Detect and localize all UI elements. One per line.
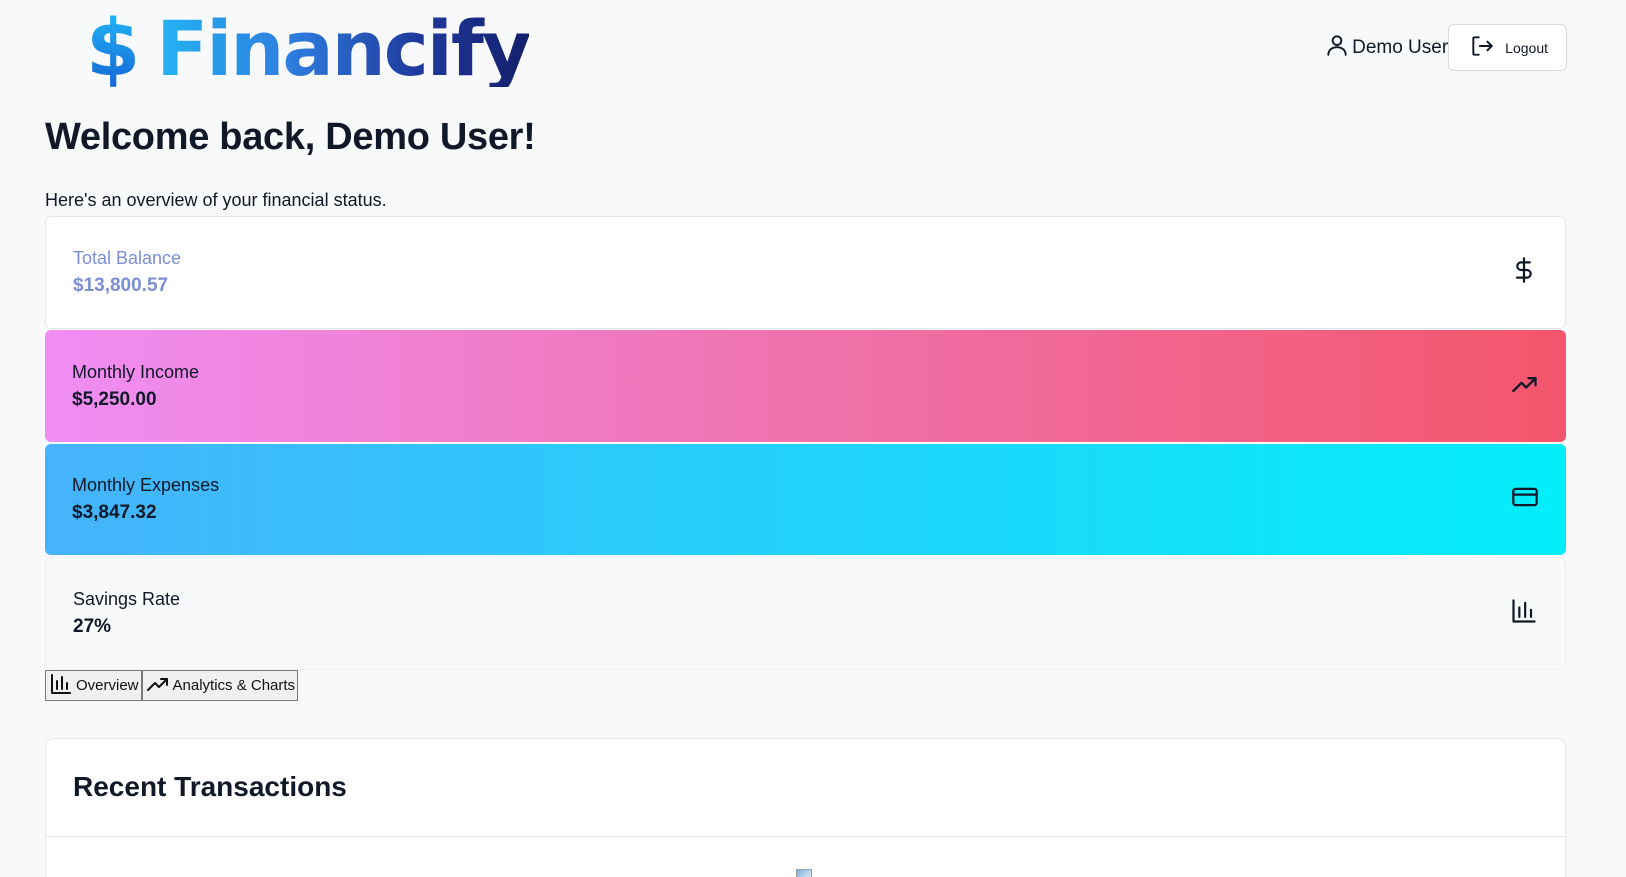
- stat-card-monthly-expenses: Monthly Expenses $3,847.32: [45, 444, 1566, 555]
- user-icon: [1324, 32, 1350, 64]
- stat-label: Savings Rate: [73, 589, 181, 609]
- stat-value: 27%: [73, 616, 112, 637]
- stat-value: $3,847.32: [72, 502, 157, 523]
- page-title: Welcome back, Demo User!: [45, 116, 536, 158]
- stat-value: $5,250.00: [72, 388, 157, 410]
- logo-wordmark: Financify: [156, 4, 531, 93]
- recent-transactions-panel: Recent Transactions: [45, 738, 1566, 877]
- trending-up-icon: [1511, 370, 1539, 403]
- logout-icon: [1469, 33, 1495, 62]
- logout-label: Logout: [1505, 39, 1548, 56]
- user-area: Demo User Logout: [1324, 24, 1567, 71]
- trending-up-icon: [146, 672, 170, 700]
- user-name: Demo User: [1352, 36, 1449, 58]
- tab-overview[interactable]: Overview: [45, 670, 142, 701]
- stat-card-monthly-income: Monthly Income $5,250.00: [45, 330, 1566, 442]
- dollar-icon: [1510, 256, 1538, 289]
- tab-label: Analytics & Charts: [172, 677, 296, 694]
- page-subtitle: Here's an overview of your financial sta…: [45, 190, 387, 210]
- stat-label: Monthly Expenses: [72, 475, 220, 495]
- view-tabs: Overview Analytics & Charts: [45, 670, 299, 701]
- recent-transactions-title: Recent Transactions: [73, 771, 347, 802]
- logo-dollar-symbol: $: [86, 4, 141, 94]
- panel-divider: [46, 836, 1565, 837]
- stat-value: $13,800.57: [73, 275, 169, 296]
- bar-chart-icon: [49, 672, 73, 700]
- credit-card-icon: [1511, 483, 1539, 516]
- broken-image-icon: [796, 869, 812, 877]
- dashboard-page: $ Financify Demo User Logout Welcome bac…: [0, 0, 1626, 877]
- tab-label: Overview: [76, 677, 139, 694]
- stat-card-total-balance: Total Balance $13,800.57: [45, 216, 1566, 329]
- stat-label: Monthly Income: [72, 361, 200, 382]
- tab-analytics-charts[interactable]: Analytics & Charts: [141, 670, 299, 701]
- stat-card-savings-rate: Savings Rate 27%: [45, 557, 1566, 670]
- bar-chart-icon: [1510, 597, 1538, 630]
- logout-button[interactable]: Logout: [1448, 24, 1567, 71]
- user-chip: Demo User: [1324, 32, 1448, 64]
- financify-logo[interactable]: $ Financify: [86, 4, 531, 94]
- stat-label: Total Balance: [73, 248, 182, 268]
